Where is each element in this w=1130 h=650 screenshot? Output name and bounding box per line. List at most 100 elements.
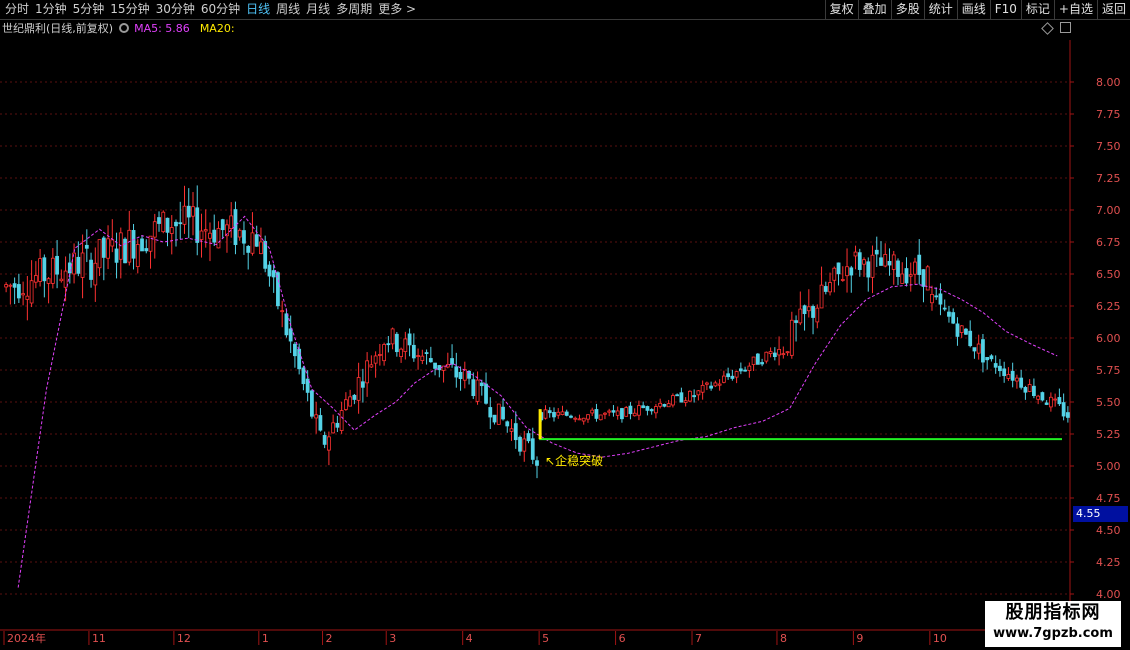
candle-body bbox=[89, 259, 93, 280]
tool-button-1[interactable]: 叠加 bbox=[857, 0, 891, 19]
candle-body bbox=[157, 217, 161, 224]
candle-body bbox=[250, 232, 255, 254]
candle-body bbox=[335, 422, 340, 428]
candle-body bbox=[293, 343, 297, 357]
candle-body bbox=[976, 343, 981, 354]
candle-body bbox=[904, 268, 909, 284]
period-tabs: 分时 1分钟 5分钟 15分钟 30分钟 60分钟 日线 周线 月线 多周期 更多 > bbox=[2, 0, 419, 19]
candle-body bbox=[993, 363, 998, 368]
candle-body bbox=[586, 414, 590, 420]
candle-body bbox=[573, 417, 578, 420]
candle-body bbox=[382, 344, 386, 362]
candle-body bbox=[407, 333, 412, 346]
tool-button-2[interactable]: 多股 bbox=[890, 0, 924, 19]
candle-body bbox=[645, 406, 650, 411]
candle-body bbox=[123, 238, 127, 264]
candlestick-chart[interactable]: 8.00 7.75 7.50 7.25 7.00 6.75 6.50 6.25 6.00 5.75… bbox=[0, 36, 1130, 650]
x-tick-label: 11 bbox=[92, 632, 106, 645]
candle-body bbox=[1023, 387, 1028, 393]
candle-body bbox=[352, 394, 357, 400]
candle-body bbox=[501, 406, 505, 420]
candle-body bbox=[263, 241, 268, 269]
candle-body bbox=[271, 270, 276, 278]
candle-body bbox=[182, 205, 187, 225]
tool-button-5[interactable]: F10 bbox=[989, 0, 1021, 19]
candle-body bbox=[424, 352, 429, 354]
candle-body bbox=[59, 278, 64, 282]
tab-5[interactable]: 60分钟 bbox=[198, 0, 243, 19]
candle-body bbox=[951, 312, 956, 324]
tab-10[interactable]: 更多 > bbox=[375, 0, 419, 19]
tab-4[interactable]: 30分钟 bbox=[153, 0, 198, 19]
candle-body bbox=[322, 435, 327, 445]
candle-body bbox=[462, 369, 467, 381]
current-price-flag: 4.55 bbox=[1073, 506, 1128, 522]
tool-button-6[interactable]: 标记 bbox=[1020, 0, 1054, 19]
candle-body bbox=[377, 354, 382, 356]
candle-body bbox=[1057, 397, 1062, 405]
tab-8[interactable]: 月线 bbox=[303, 0, 333, 19]
candle-body bbox=[556, 411, 561, 416]
candle-body bbox=[781, 353, 786, 356]
y-tick-label: 6.25 bbox=[1096, 300, 1121, 313]
candle-body bbox=[484, 383, 488, 404]
candle-body bbox=[998, 365, 1002, 372]
panel-toggle-icon[interactable] bbox=[1060, 22, 1071, 33]
candle-body bbox=[768, 351, 773, 354]
candle-body bbox=[857, 252, 862, 270]
candle-body bbox=[679, 392, 684, 403]
tab-3[interactable]: 15分钟 bbox=[107, 0, 152, 19]
candle-body bbox=[21, 293, 25, 296]
x-tick-label: 6 bbox=[619, 632, 626, 645]
candle-body bbox=[471, 379, 476, 397]
candle-body bbox=[267, 264, 272, 277]
candle-body bbox=[428, 358, 433, 363]
tool-button-3[interactable]: 统计 bbox=[923, 0, 957, 19]
candle-body bbox=[577, 418, 582, 421]
settings-gear-icon[interactable] bbox=[119, 23, 130, 33]
candle-body bbox=[127, 229, 132, 263]
tool-button-8[interactable]: 返回 bbox=[1096, 0, 1130, 19]
tab-9[interactable]: 多周期 bbox=[333, 0, 375, 19]
candle-body bbox=[896, 260, 900, 277]
candle-body bbox=[50, 257, 55, 284]
candle-body bbox=[785, 351, 790, 354]
candle-body bbox=[794, 320, 798, 323]
candle-body bbox=[543, 409, 548, 419]
candle-body bbox=[760, 362, 764, 365]
diamond-icon[interactable] bbox=[1041, 22, 1054, 35]
candle-body bbox=[853, 251, 858, 257]
tool-button-4[interactable]: 画线 bbox=[956, 0, 990, 19]
candle-body bbox=[97, 239, 102, 269]
candle-body bbox=[870, 254, 875, 278]
candle-body bbox=[1036, 395, 1041, 400]
candle-body bbox=[25, 295, 30, 300]
y-tick-label: 5.25 bbox=[1096, 428, 1121, 441]
candle-body bbox=[738, 368, 743, 372]
tab-2[interactable]: 5分钟 bbox=[70, 0, 108, 19]
candle-body bbox=[101, 237, 106, 258]
candle-body bbox=[93, 262, 98, 286]
candle-body bbox=[734, 371, 739, 378]
tab-6[interactable]: 日线 bbox=[243, 0, 273, 19]
tool-button-7[interactable]: +自选 bbox=[1053, 0, 1097, 19]
y-tick-label: 7.50 bbox=[1096, 140, 1121, 153]
candle-body bbox=[394, 333, 399, 353]
x-tick-label: 5 bbox=[542, 632, 549, 645]
candle-body bbox=[131, 230, 136, 259]
tab-1[interactable]: 1分钟 bbox=[32, 0, 70, 19]
ma20-value: MA20: bbox=[199, 21, 235, 35]
tab-0[interactable]: 分时 bbox=[2, 0, 32, 19]
candle-body bbox=[509, 428, 514, 432]
candle-body bbox=[726, 373, 731, 378]
candle-body bbox=[772, 352, 777, 358]
tab-7[interactable]: 周线 bbox=[273, 0, 303, 19]
candle-body bbox=[743, 369, 747, 372]
watermark: 股朋指标网 www.7gpzb.com bbox=[985, 601, 1121, 647]
candle-body bbox=[403, 338, 408, 352]
candle-body bbox=[178, 222, 183, 225]
candle-body bbox=[666, 403, 671, 408]
tool-button-0[interactable]: 复权 bbox=[824, 0, 858, 19]
candle-body bbox=[314, 414, 319, 419]
candle-body bbox=[671, 395, 675, 406]
